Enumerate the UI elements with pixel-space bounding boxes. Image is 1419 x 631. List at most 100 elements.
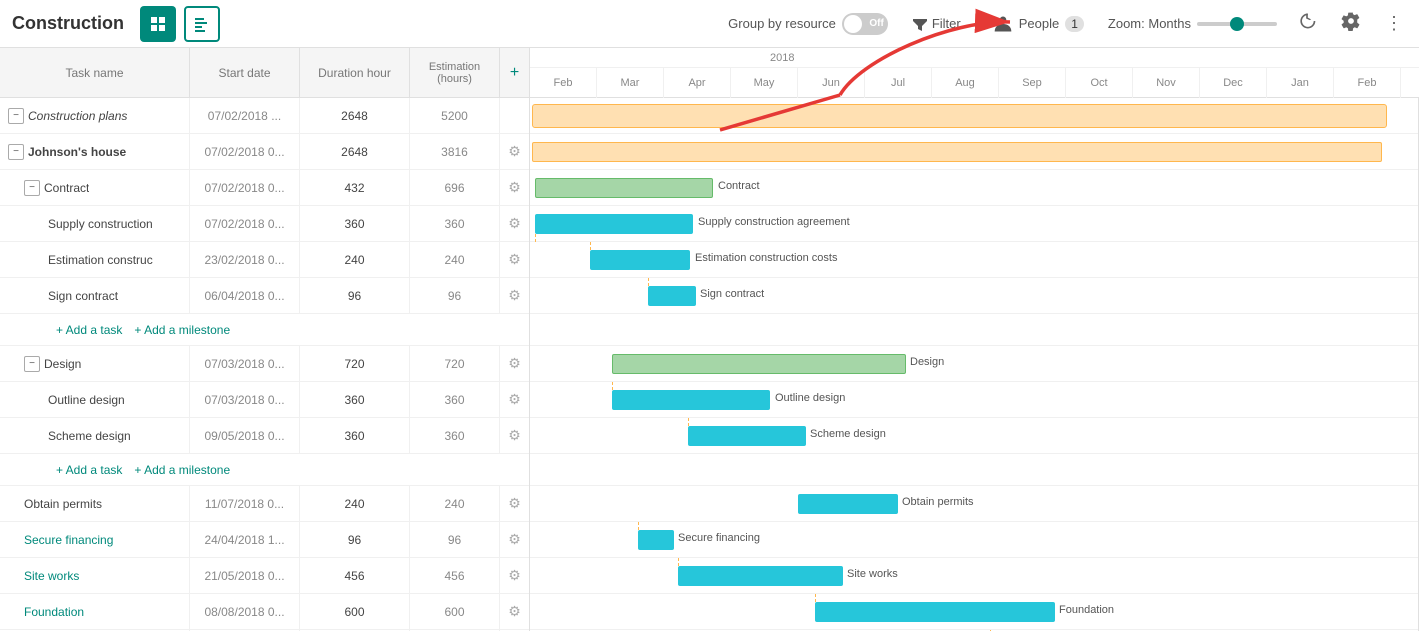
gear-cell[interactable]: ⚙ xyxy=(500,278,529,313)
expand-btn[interactable]: − xyxy=(24,180,40,196)
duration-cell: 360 xyxy=(300,382,410,417)
task-name-text[interactable]: Site works xyxy=(24,569,79,583)
task-name-text[interactable]: Johnson's house xyxy=(28,145,126,159)
gantt-row: Site works xyxy=(530,558,1419,594)
estimation-cell: 240 xyxy=(410,242,500,277)
task-name-text[interactable]: Foundation xyxy=(24,605,84,619)
month-oct: Oct xyxy=(1066,68,1133,98)
add-task-link-2[interactable]: + Add a task xyxy=(56,463,122,477)
history-icon[interactable] xyxy=(1293,7,1321,40)
settings-icon[interactable] xyxy=(1337,7,1365,40)
task-name-text[interactable]: Supply construction xyxy=(48,217,153,231)
gear-cell[interactable]: ⚙ xyxy=(500,346,529,381)
duration-cell: 96 xyxy=(300,522,410,557)
add-task-link[interactable]: + Add a task xyxy=(56,323,122,337)
gantt-row-add xyxy=(530,314,1419,346)
estimation-cell: 720 xyxy=(410,346,500,381)
add-milestone-link[interactable]: + Add a milestone xyxy=(134,323,230,337)
table-row: Scheme design 09/05/2018 0... 360 360 ⚙ xyxy=(0,418,529,454)
gantt-bar[interactable] xyxy=(535,178,713,198)
gantt-month-row: Feb Mar Apr May Jun Jul Aug Sep Oct Nov … xyxy=(530,68,1419,98)
task-name-text[interactable]: Sign contract xyxy=(48,289,118,303)
estimation-cell: 456 xyxy=(410,558,500,593)
top-bar: Construction Group by resource Off xyxy=(0,0,1419,48)
toggle-state-label: Off xyxy=(869,18,883,29)
filter-button[interactable]: Filter xyxy=(904,12,969,36)
gear-cell[interactable]: ⚙ xyxy=(500,486,529,521)
gantt-bar[interactable] xyxy=(612,390,770,410)
gantt-bar[interactable] xyxy=(815,602,1055,622)
table-header: Task name Start date Duration hour Estim… xyxy=(0,48,529,98)
people-button[interactable]: People 1 xyxy=(985,10,1092,38)
gear-cell[interactable]: ⚙ xyxy=(500,522,529,557)
gantt-bar-label: Scheme design xyxy=(810,428,886,440)
gantt-view-button[interactable] xyxy=(184,6,220,42)
start-date-cell: 07/02/2018 0... xyxy=(190,206,300,241)
th-add[interactable]: + xyxy=(500,48,530,97)
month-aug: Aug xyxy=(932,68,999,98)
task-name-cell: Secure financing xyxy=(0,522,190,557)
gantt-row: Supply construction agreement xyxy=(530,206,1419,242)
task-name-cell: Supply construction xyxy=(0,206,190,241)
task-name-text[interactable]: Outline design xyxy=(48,393,125,407)
expand-btn[interactable]: − xyxy=(24,356,40,372)
start-date-cell: 24/04/2018 1... xyxy=(190,522,300,557)
table-row: Outline design 07/03/2018 0... 360 360 ⚙ xyxy=(0,382,529,418)
grid-view-button[interactable] xyxy=(140,6,176,42)
gantt-bar[interactable] xyxy=(590,250,690,270)
task-name-text[interactable]: Construction plans xyxy=(28,109,127,123)
gantt-bar-label: Foundation xyxy=(1059,604,1114,616)
gantt-bar[interactable] xyxy=(678,566,843,586)
gantt-bar[interactable] xyxy=(532,104,1387,128)
task-name-text[interactable]: Estimation construc xyxy=(48,253,153,267)
gear-cell[interactable]: ⚙ xyxy=(500,170,529,205)
gantt-bar[interactable] xyxy=(648,286,696,306)
gear-cell[interactable]: ⚙ xyxy=(500,382,529,417)
gear-cell[interactable]: ⚙ xyxy=(500,242,529,277)
task-name-text[interactable]: Secure financing xyxy=(24,533,113,547)
gear-cell[interactable]: ⚙ xyxy=(500,594,529,629)
month-dec: Dec xyxy=(1200,68,1267,98)
gantt-bar[interactable] xyxy=(798,494,898,514)
add-milestone-link-2[interactable]: + Add a milestone xyxy=(134,463,230,477)
gantt-bar[interactable] xyxy=(688,426,806,446)
more-icon[interactable]: ⋮ xyxy=(1381,9,1407,38)
start-date-cell: 09/05/2018 0... xyxy=(190,418,300,453)
estimation-cell: 96 xyxy=(410,278,500,313)
th-start-date: Start date xyxy=(190,48,300,97)
gear-cell[interactable]: ⚙ xyxy=(500,418,529,453)
gantt-area: 2018 Feb Mar Apr May Jun Jul Aug Sep Oct… xyxy=(530,48,1419,631)
gear-cell[interactable]: ⚙ xyxy=(500,558,529,593)
start-date-cell: 21/05/2018 0... xyxy=(190,558,300,593)
task-name-text[interactable]: Scheme design xyxy=(48,429,131,443)
gantt-bar[interactable] xyxy=(535,214,693,234)
gear-cell[interactable]: ⚙ xyxy=(500,134,529,169)
gantt-bar-label: Outline design xyxy=(775,392,845,404)
zoom-slider[interactable] xyxy=(1197,22,1277,26)
gantt-bar[interactable] xyxy=(532,142,1382,162)
expand-btn[interactable]: − xyxy=(8,144,24,160)
month-mar: Mar xyxy=(597,68,664,98)
month-jun: Jun xyxy=(798,68,865,98)
expand-btn[interactable]: − xyxy=(8,108,24,124)
task-name-text[interactable]: Contract xyxy=(44,181,89,195)
gantt-bar[interactable] xyxy=(638,530,674,550)
add-task-row: + Add a task + Add a milestone xyxy=(0,454,529,486)
gantt-bar[interactable] xyxy=(612,354,906,374)
task-name-text[interactable]: Design xyxy=(44,357,81,371)
gantt-bar-label: Design xyxy=(910,356,944,368)
group-resource-toggle[interactable]: Off xyxy=(842,13,888,35)
duration-cell: 96 xyxy=(300,278,410,313)
estimation-cell: 600 xyxy=(410,594,500,629)
estimation-cell: 360 xyxy=(410,382,500,417)
gear-cell[interactable]: ⚙ xyxy=(500,206,529,241)
task-name-text[interactable]: Obtain permits xyxy=(24,497,102,511)
gantt-bar-label: Secure financing xyxy=(678,532,760,544)
task-name-cell: − Design xyxy=(0,346,190,381)
task-name-cell: Outline design xyxy=(0,382,190,417)
estimation-cell: 696 xyxy=(410,170,500,205)
gantt-header: 2018 Feb Mar Apr May Jun Jul Aug Sep Oct… xyxy=(530,48,1419,98)
table-row: Foundation 08/08/2018 0... 600 600 ⚙ xyxy=(0,594,529,630)
month-nov: Nov xyxy=(1133,68,1200,98)
month-jan: Jan xyxy=(1267,68,1334,98)
